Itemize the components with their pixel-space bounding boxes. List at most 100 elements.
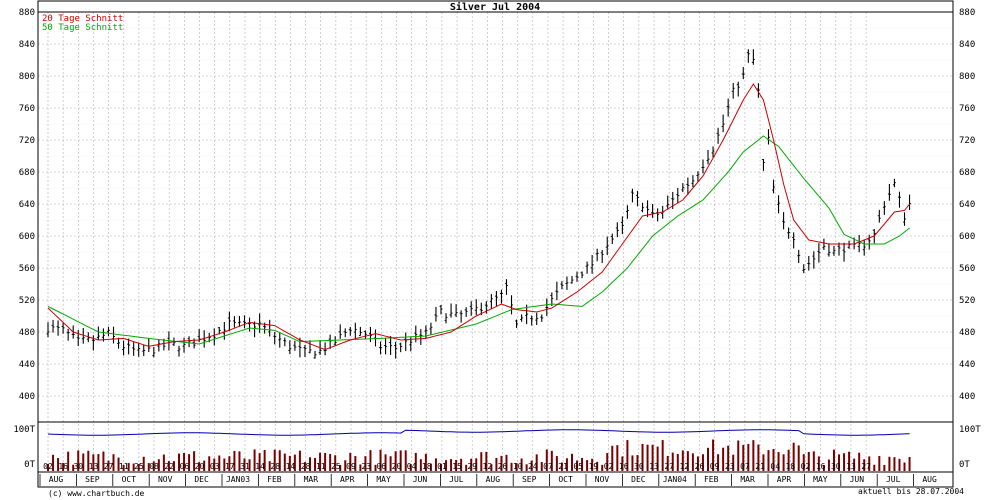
x-tick-day-label: 13 <box>846 462 856 471</box>
y-tick-label-right: 600 <box>959 232 975 242</box>
x-tick-day-label: 28 <box>301 462 311 471</box>
y-tick-label-left: 640 <box>19 200 35 210</box>
x-tick-day-label: 26 <box>695 462 705 471</box>
x-tick-day-label: 06 <box>180 462 190 471</box>
x-tick-day-label: 18 <box>422 462 432 471</box>
x-tick-day-label: 04 <box>770 462 780 471</box>
y-tick-label-right: 480 <box>959 328 975 338</box>
x-tick-day-label: 18 <box>786 462 796 471</box>
x-tick-month-label: AUG <box>922 475 937 484</box>
x-tick-day-label: 14 <box>286 462 296 471</box>
x-tick-day-label: 16 <box>816 462 826 471</box>
x-tick-day-label: 12 <box>483 462 493 471</box>
x-tick-day-label: 31 <box>240 462 250 471</box>
x-tick-month-label: JUL <box>449 475 464 484</box>
y-tick-label-left: 760 <box>19 104 35 114</box>
x-tick-day-label: 17 <box>225 462 235 471</box>
y-tick-label-left: 520 <box>19 296 35 306</box>
x-tick-day-label: 09 <box>710 462 720 471</box>
x-tick-month-label: JAN04 <box>663 475 687 484</box>
x-tick-month-label: NOV <box>158 475 173 484</box>
x-tick-month-label: MAR <box>304 475 319 484</box>
x-tick-day-label: 01 <box>437 462 447 471</box>
x-tick-day-label: 21 <box>558 462 568 471</box>
x-tick-month-label: SEP <box>85 475 100 484</box>
x-tick-day-label: 30 <box>634 462 644 471</box>
x-tick-month-label: OCT <box>558 475 573 484</box>
y-tick-label-right: 800 <box>959 72 975 82</box>
y-tick-label-right: 560 <box>959 264 975 274</box>
x-tick-day-label: 16 <box>619 462 629 471</box>
x-tick-month-label: APR <box>777 475 792 484</box>
x-tick-day-label: 25 <box>134 462 144 471</box>
chart-background <box>0 0 1000 500</box>
x-tick-month-label: AUG <box>486 475 501 484</box>
y-tick-label-right: 640 <box>959 200 975 210</box>
x-tick-day-label: 27 <box>664 462 674 471</box>
y-tick-label-right: 520 <box>959 296 975 306</box>
y-tick-label-left: 840 <box>19 40 35 50</box>
x-tick-day-label: 24 <box>528 462 538 471</box>
x-tick-day-label: 04 <box>407 462 417 471</box>
x-tick-day-label: 15 <box>452 462 462 471</box>
chart-title: Silver Jul 2004 <box>450 1 540 13</box>
x-tick-day-label: 14 <box>255 462 265 471</box>
x-tick-day-label: 30 <box>73 462 83 471</box>
x-tick-month-label: JUN <box>850 475 865 484</box>
x-tick-day-label: 06 <box>376 462 386 471</box>
volume-tick-label-right: 100T <box>959 425 981 435</box>
y-tick-label-left: 880 <box>19 8 35 18</box>
x-tick-month-label: APR <box>340 475 355 484</box>
y-tick-label-right: 680 <box>959 168 975 178</box>
y-tick-label-left: 720 <box>19 136 35 146</box>
y-tick-label-right: 720 <box>959 136 975 146</box>
x-tick-day-label: 03 <box>210 462 220 471</box>
x-tick-month-label: OCT <box>122 475 137 484</box>
x-tick-month-label: MAY <box>376 475 391 484</box>
x-tick-month-label: FEB <box>267 475 282 484</box>
legend-ma50: 50 Tage Schnitt <box>42 23 123 33</box>
x-tick-day-label: 02 <box>801 462 811 471</box>
x-tick-day-label: 29 <box>467 462 477 471</box>
x-tick-day-label: 07 <box>740 462 750 471</box>
x-tick-day-label: 19 <box>589 462 599 471</box>
x-tick-day-label: 09 <box>346 462 356 471</box>
x-tick-day-label: 20 <box>195 462 205 471</box>
x-tick-month-label: JUN <box>413 475 428 484</box>
x-tick-day-label: 30 <box>831 462 841 471</box>
x-tick-month-label: MAR <box>740 475 755 484</box>
y-tick-label-right: 840 <box>959 40 975 50</box>
x-tick-month-label: SEP <box>522 475 537 484</box>
volume-tick-label-right-zero: 0T <box>959 460 970 470</box>
y-tick-label-left: 440 <box>19 360 35 370</box>
y-tick-label-right: 880 <box>959 8 975 18</box>
update-note: aktuell bis 28.07.2004 <box>858 487 964 496</box>
x-tick-day-label: 28 <box>270 462 280 471</box>
x-tick-month-label: FEB <box>704 475 719 484</box>
y-tick-label-left: 800 <box>19 72 35 82</box>
x-tick-day-label: 21 <box>755 462 765 471</box>
x-tick-day-label: 11 <box>119 462 129 471</box>
x-tick-day-label: 12 <box>679 462 689 471</box>
volume-tick-label-left: 100T <box>13 425 35 435</box>
x-tick-day-label: 08 <box>149 462 159 471</box>
x-tick-month-label: NOV <box>595 475 610 484</box>
x-tick-day-label: 02 <box>43 462 53 471</box>
x-tick-day-label: 11 <box>316 462 326 471</box>
x-tick-month-label: AUG <box>49 475 64 484</box>
x-tick-day-label: 26 <box>498 462 508 471</box>
volume-tick-label-left-zero: 0T <box>24 460 35 470</box>
y-tick-label-right: 400 <box>959 392 975 402</box>
x-tick-day-label: 27 <box>104 462 114 471</box>
x-tick-month-label: DEC <box>194 475 209 484</box>
x-tick-day-label: 25 <box>331 462 341 471</box>
chart: Silver Jul 2004 20 Tage Schnitt 50 Tage … <box>0 0 1000 500</box>
y-tick-label-left: 680 <box>19 168 35 178</box>
x-tick-day-label: 07 <box>543 462 553 471</box>
x-tick-day-label: 16 <box>58 462 68 471</box>
y-tick-label-left: 480 <box>19 328 35 338</box>
x-tick-month-label: JAN03 <box>226 475 250 484</box>
x-tick-day-label: 27 <box>861 462 871 471</box>
x-tick-day-label: 13 <box>649 462 659 471</box>
x-tick-day-label: 22 <box>164 462 174 471</box>
